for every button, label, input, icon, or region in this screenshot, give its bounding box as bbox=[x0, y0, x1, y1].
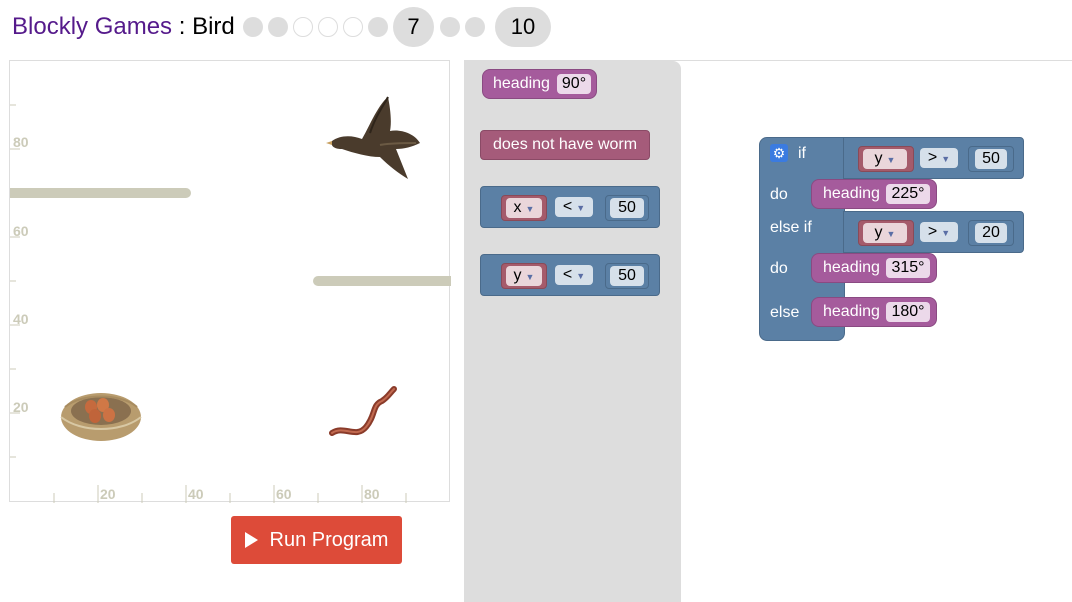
heading-label: heading bbox=[493, 75, 550, 92]
level-selector: 7 10 bbox=[243, 7, 557, 47]
y-tick-80: 80 bbox=[13, 134, 29, 150]
cond1-var-text: y bbox=[874, 150, 883, 167]
cond1-number-block[interactable]: 50 bbox=[968, 146, 1014, 172]
run-program-button[interactable]: Run Program bbox=[231, 516, 402, 564]
y-var-text: y bbox=[513, 267, 522, 284]
game-display: 80 60 40 20 20 40 60 80 bbox=[9, 60, 451, 503]
else-if-label: else if bbox=[770, 219, 812, 236]
heading-180-label: heading bbox=[823, 303, 880, 320]
heading-block-template[interactable]: heading 90° bbox=[482, 69, 597, 99]
x-variable-block[interactable]: x ▼ bbox=[501, 195, 547, 221]
heading-225-value-field[interactable]: 225° bbox=[886, 184, 930, 204]
y-variable-block[interactable]: y ▼ bbox=[501, 263, 547, 289]
heading-315-value-field[interactable]: 315° bbox=[886, 258, 930, 278]
y-compare-block-template[interactable]: y ▼ < ▼ 50 bbox=[480, 254, 660, 296]
dropdown-arrow-icon: ▼ bbox=[886, 229, 896, 239]
game-name: Bird bbox=[192, 13, 235, 40]
x-op-text: < bbox=[562, 198, 573, 215]
app-link[interactable]: Blockly Games bbox=[12, 13, 172, 40]
cond1-variable-block[interactable]: y ▼ bbox=[858, 146, 914, 172]
title-separator: : bbox=[172, 13, 193, 40]
heading-225-label: heading bbox=[823, 185, 880, 202]
cond2-number-block[interactable]: 20 bbox=[968, 220, 1014, 246]
cond2-var-text: y bbox=[874, 224, 883, 241]
dropdown-arrow-icon: ▼ bbox=[576, 271, 586, 281]
x-number-block[interactable]: 50 bbox=[605, 195, 649, 221]
gear-icon[interactable]: ⚙ bbox=[770, 144, 788, 162]
heading-180-value-field[interactable]: 180° bbox=[886, 302, 930, 322]
condition-1-block[interactable]: y ▼ > ▼ 50 bbox=[843, 137, 1024, 179]
else-label: else bbox=[770, 304, 800, 321]
cond2-operator-dropdown[interactable]: > ▼ bbox=[920, 222, 958, 242]
dropdown-arrow-icon: ▼ bbox=[886, 155, 896, 165]
cond2-variable-block[interactable]: y ▼ bbox=[858, 220, 914, 246]
level-8-dot[interactable] bbox=[440, 17, 460, 37]
x-tick-40: 40 bbox=[188, 486, 204, 502]
heading-180-block[interactable]: heading 180° bbox=[811, 297, 937, 327]
x-number-field[interactable]: 50 bbox=[610, 198, 644, 218]
y-variable-field[interactable]: y ▼ bbox=[506, 266, 542, 286]
x-tick-60: 60 bbox=[276, 486, 292, 502]
y-number-field[interactable]: 50 bbox=[610, 266, 644, 286]
x-tick-80: 80 bbox=[364, 486, 380, 502]
condition-2-block[interactable]: y ▼ > ▼ 20 bbox=[843, 211, 1024, 253]
no-worm-block-template[interactable]: does not have worm bbox=[480, 130, 650, 160]
do-label-1: do bbox=[770, 186, 788, 203]
level-4-dot[interactable] bbox=[318, 17, 338, 37]
dropdown-arrow-icon: ▼ bbox=[525, 204, 535, 214]
heading-value-field[interactable]: 90° bbox=[557, 74, 591, 94]
level-5-dot[interactable] bbox=[343, 17, 363, 37]
cond2-op-text: > bbox=[927, 223, 938, 240]
cond1-op-text: > bbox=[927, 149, 938, 166]
page-title: Blockly Games : Bird bbox=[12, 13, 235, 41]
dropdown-arrow-icon: ▼ bbox=[576, 203, 586, 213]
dropdown-arrow-icon: ▼ bbox=[941, 154, 951, 164]
if-label: if bbox=[798, 145, 806, 162]
x-compare-block-template[interactable]: x ▼ < ▼ 50 bbox=[480, 186, 660, 228]
y-operator-dropdown[interactable]: < ▼ bbox=[555, 265, 593, 285]
level-6-dot[interactable] bbox=[368, 17, 388, 37]
heading-225-block[interactable]: heading 225° bbox=[811, 179, 937, 209]
cond1-variable-field[interactable]: y ▼ bbox=[863, 149, 907, 169]
max-level[interactable]: 10 bbox=[495, 7, 551, 47]
dropdown-arrow-icon: ▼ bbox=[525, 272, 535, 282]
worm-icon bbox=[329, 386, 397, 436]
cond2-number-field[interactable]: 20 bbox=[975, 223, 1007, 243]
no-worm-label: does not have worm bbox=[493, 136, 638, 153]
level-9-dot[interactable] bbox=[465, 17, 485, 37]
level-1-dot[interactable] bbox=[243, 17, 263, 37]
run-program-label: Run Program bbox=[269, 528, 389, 551]
bird-icon bbox=[326, 96, 420, 179]
y-number-block[interactable]: 50 bbox=[605, 263, 649, 289]
x-tick-20: 20 bbox=[100, 486, 116, 502]
y-op-text: < bbox=[562, 266, 573, 283]
cond2-variable-field[interactable]: y ▼ bbox=[863, 223, 907, 243]
axis-ticks bbox=[10, 104, 407, 503]
x-variable-field[interactable]: x ▼ bbox=[506, 198, 542, 218]
nest-icon bbox=[60, 393, 142, 441]
cond1-operator-dropdown[interactable]: > ▼ bbox=[920, 148, 958, 168]
x-operator-dropdown[interactable]: < ▼ bbox=[555, 197, 593, 217]
level-3-dot[interactable] bbox=[293, 17, 313, 37]
cond1-number-field[interactable]: 50 bbox=[975, 149, 1007, 169]
current-level[interactable]: 7 bbox=[393, 7, 434, 47]
heading-315-block[interactable]: heading 315° bbox=[811, 253, 937, 283]
header: Blockly Games : Bird 7 10 bbox=[0, 0, 1072, 58]
do-label-2: do bbox=[770, 260, 788, 277]
play-icon bbox=[244, 532, 258, 548]
heading-315-label: heading bbox=[823, 259, 880, 276]
level-2-dot[interactable] bbox=[268, 17, 288, 37]
dropdown-arrow-icon: ▼ bbox=[941, 228, 951, 238]
x-var-text: x bbox=[513, 199, 522, 216]
